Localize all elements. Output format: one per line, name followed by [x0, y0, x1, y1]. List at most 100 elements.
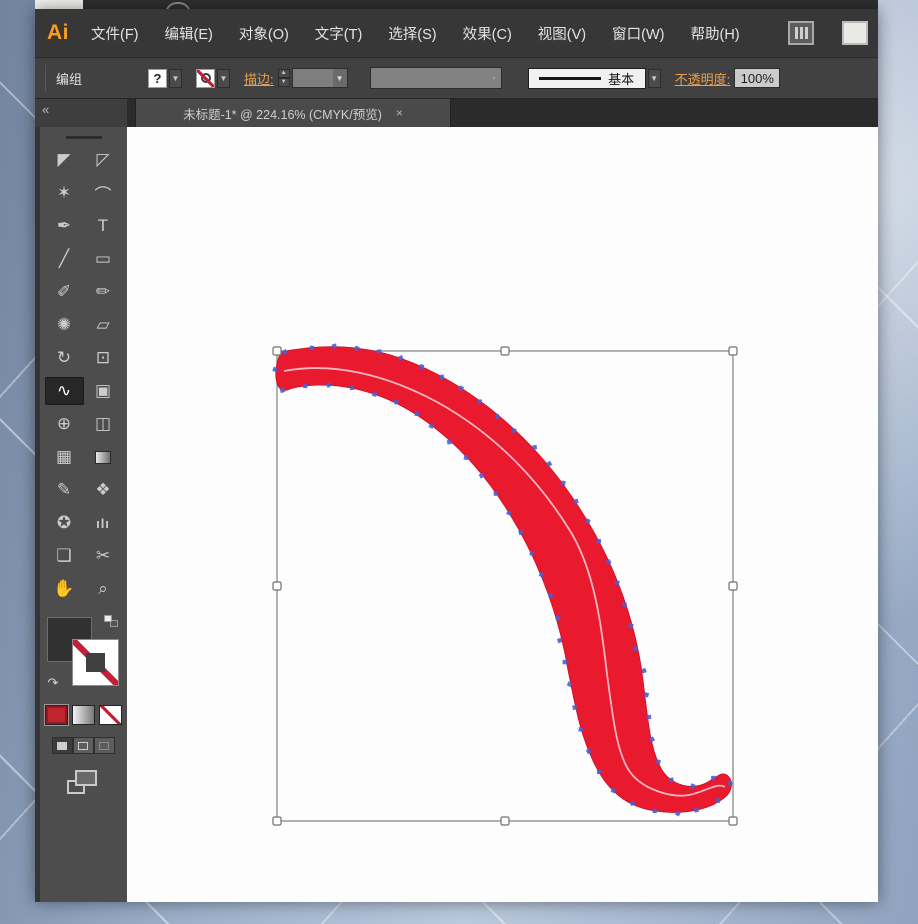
- scale-tool[interactable]: ⊡: [84, 344, 123, 372]
- menu-edit[interactable]: 编辑(E): [165, 23, 213, 44]
- selection-handle[interactable]: [501, 817, 509, 825]
- gradient-button[interactable]: [72, 705, 95, 725]
- width-tool[interactable]: ∿: [45, 377, 84, 405]
- menu-select[interactable]: 选择(S): [388, 23, 436, 44]
- default-swatches-icon[interactable]: [104, 615, 118, 627]
- arrange-documents-icon[interactable]: [788, 21, 814, 45]
- stroke-weight-dropdown[interactable]: ▼: [292, 68, 348, 88]
- line-segment-tool[interactable]: ╱: [45, 245, 84, 273]
- stroke-color-swatch[interactable]: [196, 69, 215, 88]
- perspective-grid-tool[interactable]: ◫: [84, 410, 123, 438]
- eraser-tool[interactable]: ▱: [84, 311, 123, 339]
- screen-mode-button[interactable]: [67, 770, 101, 796]
- symbol-sprayer-tool[interactable]: ✪: [45, 509, 84, 537]
- type-tool[interactable]: T: [84, 212, 123, 240]
- artboard-tool[interactable]: ❏: [45, 542, 84, 570]
- selection-handle[interactable]: [501, 347, 509, 355]
- lasso-tool[interactable]: ⌒: [84, 179, 123, 207]
- selection-handle[interactable]: [273, 347, 281, 355]
- anchor-point[interactable]: [597, 539, 601, 543]
- stroke-indicator[interactable]: [72, 639, 119, 686]
- anchor-point[interactable]: [694, 807, 699, 812]
- rotate-tool[interactable]: ↻: [45, 344, 84, 372]
- anchor-point[interactable]: [415, 411, 420, 416]
- anchor-point[interactable]: [530, 551, 535, 556]
- canvas-artboard[interactable]: [127, 127, 878, 902]
- toolbar-collapse-button[interactable]: «: [35, 99, 127, 127]
- zoom-tool[interactable]: ⌕: [84, 575, 123, 603]
- anchor-point[interactable]: [377, 349, 382, 354]
- panel-drag-handle[interactable]: [66, 136, 102, 139]
- anchor-point[interactable]: [477, 399, 482, 404]
- anchor-point[interactable]: [633, 646, 638, 651]
- selection-handle[interactable]: [729, 347, 737, 355]
- anchor-point[interactable]: [561, 481, 566, 486]
- anchor-point[interactable]: [309, 345, 314, 350]
- artwork-outline[interactable]: [276, 347, 732, 813]
- anchor-point[interactable]: [548, 593, 553, 598]
- pen-tool[interactable]: ✒: [45, 212, 84, 240]
- direct-selection-tool[interactable]: ◸: [84, 146, 123, 174]
- anchor-point[interactable]: [494, 491, 499, 496]
- stroke-dropdown-arrow-icon[interactable]: ▼: [217, 69, 230, 88]
- anchor-point[interactable]: [419, 364, 424, 369]
- stroke-weight-link[interactable]: 描边:: [244, 69, 274, 88]
- eyedropper-tool[interactable]: ✎: [45, 476, 84, 504]
- anchor-point[interactable]: [463, 455, 468, 460]
- magic-wand-tool[interactable]: ✶: [45, 179, 84, 207]
- draw-inside-button[interactable]: [94, 737, 115, 754]
- brush-definition-dropdown[interactable]: 基本: [528, 68, 646, 89]
- anchor-point[interactable]: [350, 385, 355, 390]
- column-graph-tool[interactable]: ılı: [84, 509, 123, 537]
- anchor-point[interactable]: [303, 384, 308, 389]
- opacity-value-field[interactable]: 100%: [734, 68, 780, 88]
- anchor-point[interactable]: [578, 727, 583, 732]
- paintbrush-tool[interactable]: ✐: [45, 278, 84, 306]
- selection-handle[interactable]: [729, 817, 737, 825]
- menu-help[interactable]: 帮助(H): [690, 23, 739, 44]
- anchor-point[interactable]: [656, 759, 661, 764]
- hand-tool[interactable]: ✋: [45, 575, 84, 603]
- none-button[interactable]: [99, 705, 122, 725]
- swap-fill-stroke-icon[interactable]: ↷: [48, 675, 59, 691]
- pencil-tool[interactable]: ✏: [84, 278, 123, 306]
- rectangle-tool[interactable]: ▭: [84, 245, 123, 273]
- menu-effect[interactable]: 效果(C): [463, 23, 512, 44]
- tab-close-icon[interactable]: ×: [396, 106, 403, 120]
- blend-tool[interactable]: ❖: [84, 476, 123, 504]
- selection-handle[interactable]: [729, 582, 737, 590]
- selection-handle[interactable]: [273, 817, 281, 825]
- anchor-point[interactable]: [532, 445, 537, 450]
- blob-brush-tool[interactable]: ✺: [45, 311, 84, 339]
- stroke-weight-stepper[interactable]: ▲▼: [278, 69, 290, 87]
- anchor-point[interactable]: [652, 808, 657, 813]
- menu-type[interactable]: 文字(T): [315, 23, 363, 44]
- gradient-tool[interactable]: [84, 443, 123, 471]
- fill-dropdown-arrow-icon[interactable]: ▼: [169, 69, 182, 88]
- menu-file[interactable]: 文件(F): [91, 23, 139, 44]
- anchor-point[interactable]: [439, 374, 444, 379]
- anchor-point[interactable]: [622, 602, 627, 607]
- draw-behind-button[interactable]: [73, 737, 94, 754]
- fill-color-swatch[interactable]: ?: [148, 69, 167, 88]
- variable-width-profile-dropdown[interactable]: ◦: [370, 67, 502, 89]
- slice-tool[interactable]: ✂: [84, 542, 123, 570]
- selection-handle[interactable]: [273, 582, 281, 590]
- shape-builder-tool[interactable]: ⊕: [45, 410, 84, 438]
- document-window-icon[interactable]: [842, 21, 868, 45]
- free-transform-tool[interactable]: ▣: [84, 377, 123, 405]
- color-button[interactable]: [45, 705, 68, 725]
- anchor-point[interactable]: [447, 439, 452, 444]
- anchor-point[interactable]: [711, 776, 715, 780]
- menu-view[interactable]: 视图(V): [538, 23, 586, 44]
- anchor-point[interactable]: [647, 715, 652, 720]
- menu-window[interactable]: 窗口(W): [612, 23, 664, 44]
- anchor-point[interactable]: [597, 770, 602, 775]
- draw-normal-button[interactable]: [52, 737, 73, 754]
- anchor-point[interactable]: [563, 660, 567, 664]
- opacity-link[interactable]: 不透明度:: [675, 69, 731, 88]
- menu-object[interactable]: 对象(O): [239, 23, 289, 44]
- selection-tool[interactable]: ◤: [45, 146, 84, 174]
- brush-dropdown-arrow-icon[interactable]: ▼: [648, 69, 661, 88]
- document-tab[interactable]: 未标题-1* @ 224.16% (CMYK/预览) ×: [135, 99, 451, 127]
